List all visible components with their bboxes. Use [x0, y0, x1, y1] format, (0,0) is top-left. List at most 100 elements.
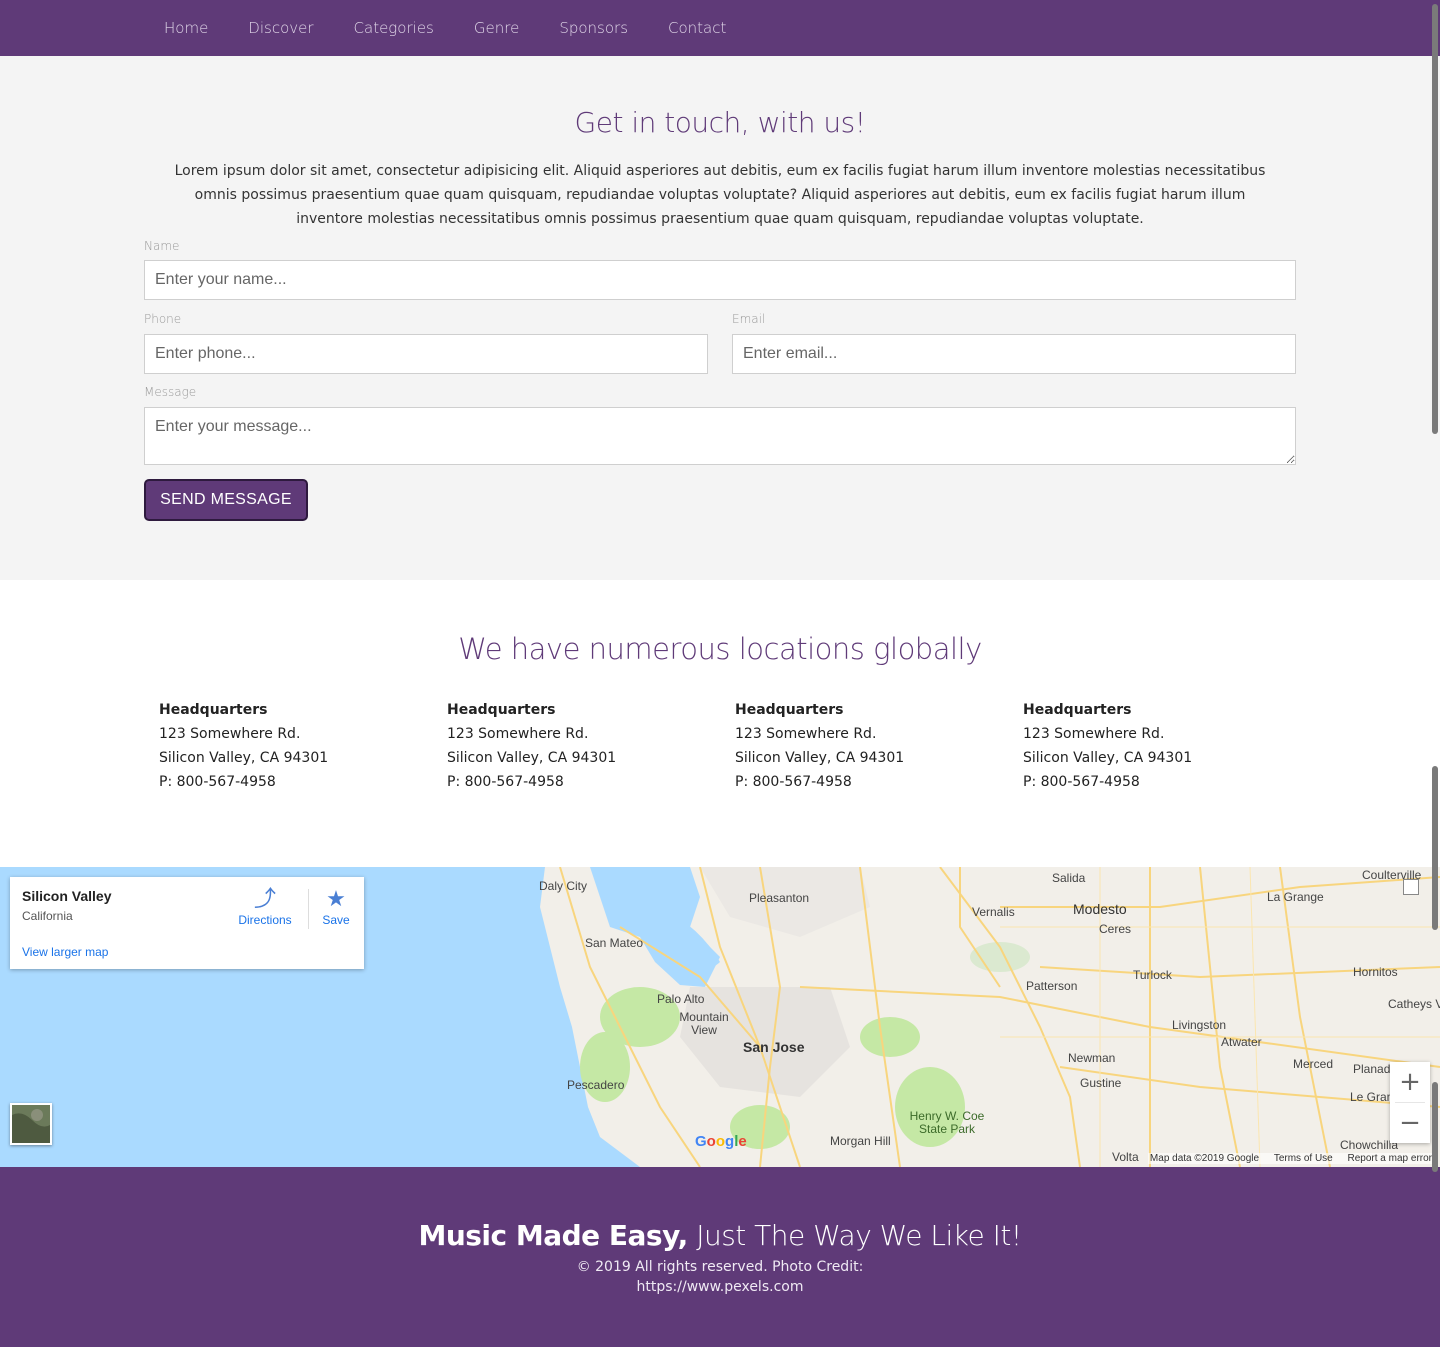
email-label: Email: [732, 312, 766, 326]
contact-title: Get in touch, with us!: [574, 106, 866, 139]
location-phone: P: 800-567-4958: [1023, 774, 1140, 790]
location-phone: P: 800-567-4958: [447, 774, 564, 790]
map-place-name: Silicon Valley: [22, 888, 112, 904]
map-label-san-jose: San Jose: [743, 1039, 805, 1055]
top-navbar: Home Discover Categories Genre Sponsors …: [0, 0, 1440, 56]
location-street: 123 Somewhere Rd.: [735, 726, 877, 742]
map-label-palo-alto: Palo Alto: [657, 992, 705, 1006]
location-city: Silicon Valley, CA 94301: [735, 750, 905, 766]
location-city: Silicon Valley, CA 94301: [159, 750, 329, 766]
nav-item-sponsors[interactable]: Sponsors: [539, 19, 648, 37]
map-label-ceres: Ceres: [1099, 922, 1132, 936]
google-logo: Google: [695, 1133, 747, 1150]
map-place-region: California: [22, 909, 73, 923]
scrollbar-thumb[interactable]: [1432, 4, 1438, 434]
phone-input[interactable]: [144, 334, 708, 374]
map-label-atwater: Atwater: [1221, 1035, 1262, 1049]
location-street: 123 Somewhere Rd.: [1023, 726, 1165, 742]
location-card: Headquarters 123 Somewhere Rd. Silicon V…: [735, 698, 995, 794]
phone-label: Phone: [144, 312, 182, 326]
email-input[interactable]: [732, 334, 1296, 374]
location-card: Headquarters 123 Somewhere Rd. Silicon V…: [1023, 698, 1283, 794]
report-map-error-link[interactable]: Report a map error: [1348, 1153, 1432, 1164]
star-icon: ★: [326, 886, 346, 911]
nav-item-categories[interactable]: Categories: [334, 19, 454, 37]
message-label: Message: [144, 385, 197, 399]
location-phone: P: 800-567-4958: [159, 774, 276, 790]
map-label-merced: Merced: [1293, 1057, 1334, 1071]
contact-intro: Lorem ipsum dolor sit amet, consectetur …: [174, 163, 1266, 227]
footer-copyright-line: © 2019 All rights reserved. Photo Credit…: [576, 1259, 864, 1275]
locations-title: We have numerous locations globally: [458, 632, 982, 666]
map-label-volta: Volta: [1112, 1150, 1139, 1164]
footer-credit-url: https://www.pexels.com: [636, 1279, 804, 1295]
embedded-map[interactable]: Daly City Pleasanton San Mateo Palo Alto…: [0, 867, 1440, 1167]
map-label-pleasanton: Pleasanton: [749, 891, 810, 905]
card-divider: [308, 889, 309, 929]
location-card: Headquarters 123 Somewhere Rd. Silicon V…: [447, 698, 707, 794]
map-label-pescadero: Pescadero: [567, 1078, 625, 1092]
fullscreen-icon[interactable]: [1403, 879, 1419, 895]
map-label-newman: Newman: [1068, 1051, 1116, 1065]
footer-copyright: © 2019 All rights reserved. Photo Credit…: [520, 1257, 920, 1297]
zoom-out-button[interactable]: −: [1390, 1103, 1430, 1143]
map-label-patterson: Patterson: [1026, 979, 1078, 993]
scrollbar-thumb[interactable]: [1432, 766, 1438, 930]
view-larger-map-link[interactable]: View larger map: [22, 945, 108, 959]
nav-item-contact[interactable]: Contact: [648, 19, 746, 37]
send-message-button[interactable]: SEND MESSAGE: [144, 479, 308, 521]
directions-button[interactable]: ⤴ Directions: [238, 885, 292, 927]
nav-item-genre[interactable]: Genre: [454, 19, 539, 37]
save-label: Save: [322, 913, 350, 927]
satellite-thumbnail-icon: [12, 1105, 50, 1143]
map-label-turlock: Turlock: [1133, 968, 1172, 982]
location-title: Headquarters: [735, 702, 844, 718]
name-label: Name: [144, 239, 180, 253]
map-label-morgan-hill: Morgan Hill: [830, 1134, 891, 1148]
location-title: Headquarters: [447, 702, 556, 718]
map-place-card: Silicon Valley California ⤴ Directions ★…: [10, 877, 364, 969]
scrollbar-thumb[interactable]: [1432, 1082, 1438, 1172]
footer-slogan: Music Made Easy, Just The Way We Like It…: [0, 1219, 1440, 1252]
directions-icon: ⤴: [253, 886, 276, 911]
map-label-mountain-view: Mountain View: [679, 1010, 729, 1037]
map-label-le-grand: Le Gran: [1350, 1090, 1394, 1104]
location-card: Headquarters 123 Somewhere Rd. Silicon V…: [159, 698, 419, 794]
map-label-san-mateo: San Mateo: [585, 936, 644, 950]
map-label-daly-city: Daly City: [539, 879, 588, 893]
footer-slogan-bold: Music Made Easy,: [418, 1219, 688, 1252]
map-label-gustine: Gustine: [1080, 1076, 1122, 1090]
nav-menu: Home Discover Categories Genre Sponsors …: [144, 0, 746, 56]
location-title: Headquarters: [1023, 702, 1132, 718]
footer-slogan-rest: Just The Way We Like It!: [687, 1219, 1022, 1252]
map-label-modesto: Modesto: [1073, 901, 1127, 917]
map-label-la-grange: La Grange: [1267, 890, 1324, 904]
map-label-henry-coe: Henry W. Coe State Park: [909, 1109, 985, 1136]
name-input[interactable]: [144, 260, 1296, 300]
zoom-in-button[interactable]: +: [1390, 1062, 1430, 1102]
satellite-toggle[interactable]: [10, 1103, 52, 1145]
locations-section: We have numerous locations globally Head…: [0, 580, 1440, 867]
terms-of-use-link[interactable]: Terms of Use: [1274, 1153, 1333, 1164]
map-label-livingston: Livingston: [1172, 1018, 1227, 1032]
location-street: 123 Somewhere Rd.: [447, 726, 589, 742]
nav-item-discover[interactable]: Discover: [228, 19, 333, 37]
location-street: 123 Somewhere Rd.: [159, 726, 301, 742]
map-label-salida: Salida: [1052, 871, 1086, 885]
location-city: Silicon Valley, CA 94301: [447, 750, 617, 766]
nav-item-home[interactable]: Home: [144, 19, 228, 37]
page-scrollbar[interactable]: [1430, 0, 1440, 1347]
page-footer: Music Made Easy, Just The Way We Like It…: [0, 1167, 1440, 1347]
message-textarea[interactable]: [144, 407, 1296, 465]
contact-section: Get in touch, with us! Lorem ipsum dolor…: [0, 56, 1440, 580]
save-button[interactable]: ★ Save: [320, 885, 352, 927]
directions-label: Directions: [238, 913, 292, 927]
map-label-hornitos: Hornitos: [1353, 965, 1398, 979]
map-data-credit: Map data ©2019 Google: [1149, 1153, 1260, 1164]
zoom-control: + −: [1390, 1062, 1430, 1143]
map-attribution: Map data ©2019 Google Terms of Use Repor…: [1147, 1153, 1434, 1164]
location-phone: P: 800-567-4958: [735, 774, 852, 790]
map-label-vernalis: Vernalis: [972, 905, 1015, 919]
location-title: Headquarters: [159, 702, 268, 718]
location-city: Silicon Valley, CA 94301: [1023, 750, 1193, 766]
